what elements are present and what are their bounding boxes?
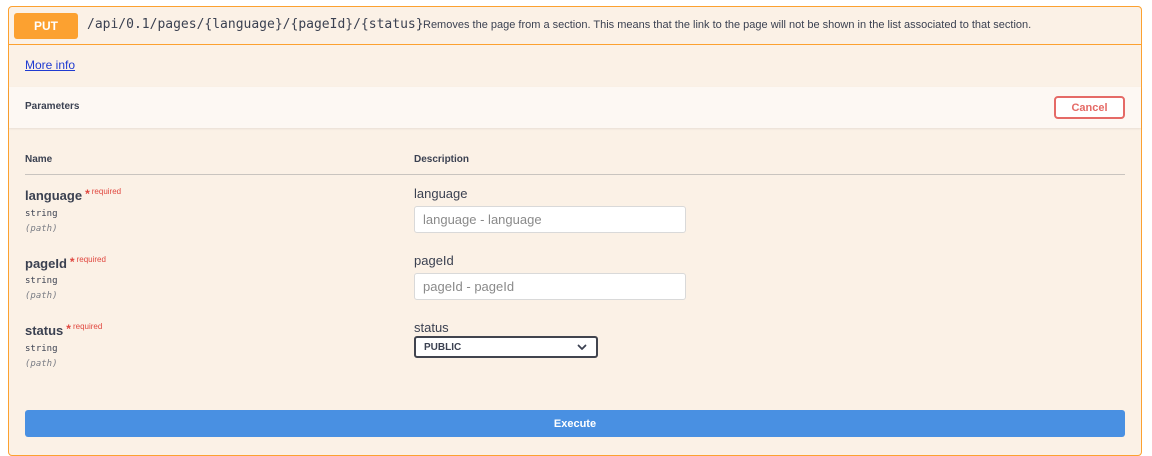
param-name-label: pageId: [25, 256, 67, 271]
operation-summary[interactable]: PUT /api/0.1/pages/{language}/{pageId}/{…: [9, 7, 1141, 45]
required-label: required: [72, 322, 103, 331]
param-type-language: string: [25, 209, 58, 219]
param-location-language: (path): [25, 224, 58, 234]
required-asterisk: *: [85, 187, 90, 201]
param-description-language: language: [414, 186, 468, 201]
parameters-header: Parameters Cancel: [9, 87, 1141, 128]
parameters-title: Parameters: [25, 101, 80, 112]
param-name-language: language * required: [25, 187, 121, 203]
operation-block-put: PUT /api/0.1/pages/{language}/{pageId}/{…: [8, 6, 1142, 456]
http-method-badge: PUT: [14, 13, 78, 39]
param-name-label: language: [25, 188, 83, 203]
column-header-name: Name: [25, 154, 53, 165]
required-asterisk: *: [69, 255, 75, 269]
param-description-status: status: [414, 320, 449, 335]
operation-path: /api/0.1/pages/{language}/{pageId}/{stat…: [87, 17, 424, 32]
execute-button[interactable]: Execute: [25, 410, 1125, 437]
status-select[interactable]: PUBLIC: [414, 336, 598, 358]
chevron-down-icon: [577, 344, 587, 350]
column-header-description: Description: [414, 154, 470, 165]
param-location-pageid: (path): [25, 291, 58, 301]
more-info-link[interactable]: More info: [25, 58, 75, 72]
param-location-status: (path): [25, 359, 58, 369]
language-input[interactable]: [414, 206, 686, 233]
cancel-button[interactable]: Cancel: [1054, 96, 1125, 119]
header-divider: [25, 174, 1125, 175]
operation-summary-description: Removes the page from a section. This me…: [423, 19, 1032, 31]
required-label: required: [76, 255, 106, 264]
param-type-status: string: [25, 344, 58, 354]
param-name-status: status * required: [25, 322, 102, 338]
status-select-value: PUBLIC: [424, 341, 462, 353]
param-type-pageid: string: [25, 276, 58, 286]
required-asterisk: *: [66, 322, 71, 336]
param-description-pageid: pageId: [414, 253, 454, 268]
param-name-label: status: [25, 323, 64, 338]
required-label: required: [91, 187, 122, 196]
pageid-input[interactable]: [414, 273, 686, 300]
param-name-pageid: pageId * required: [25, 255, 106, 271]
